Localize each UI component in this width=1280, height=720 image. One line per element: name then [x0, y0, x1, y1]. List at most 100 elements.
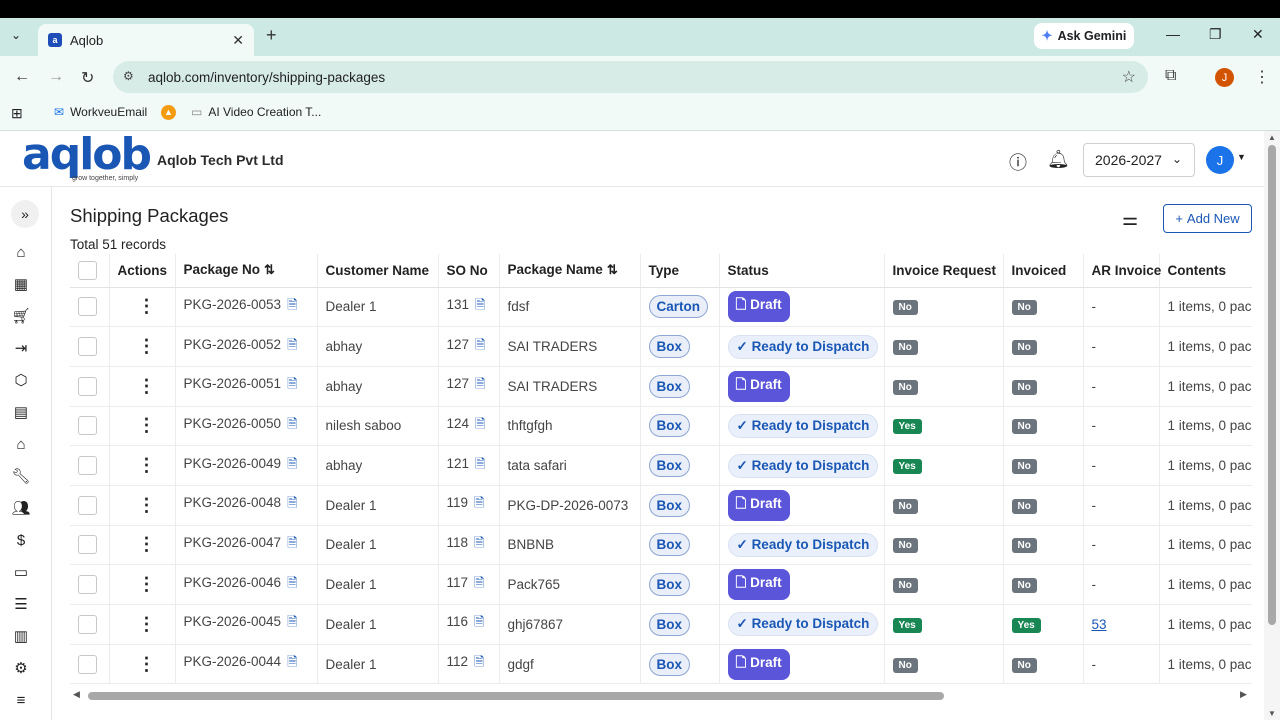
user-avatar[interactable]: J: [1206, 146, 1234, 174]
row-checkbox[interactable]: [78, 495, 97, 515]
extensions-icon[interactable]: ⧉: [1165, 67, 1176, 85]
package-no[interactable]: PKG-2026-0048: [184, 495, 282, 510]
select-all-checkbox[interactable]: [78, 260, 97, 280]
table-row[interactable]: ⋮ PKG-2026-0050 🗎 nilesh saboo 124 🗎 thftgfgh B…: [70, 406, 1252, 447]
document-icon[interactable]: 🗎: [287, 337, 297, 352]
row-actions-kebab-icon[interactable]: ⋮: [138, 495, 156, 515]
row-checkbox[interactable]: [78, 575, 97, 595]
row-checkbox[interactable]: [78, 297, 97, 317]
bank-icon[interactable]: ⌂: [10, 433, 32, 455]
table-row[interactable]: ⋮ PKG-2026-0044 🗎 Dealer 1 112 🗎 gdgf Box 🗋 Draf…: [70, 644, 1252, 685]
document-icon[interactable]: 🗎: [474, 535, 484, 550]
dollar-icon[interactable]: $: [10, 529, 32, 551]
browser-menu-icon[interactable]: ⋮: [1254, 67, 1270, 87]
chart-icon[interactable]: ▥: [10, 625, 32, 647]
row-actions-kebab-icon[interactable]: ⋮: [138, 415, 156, 435]
new-tab-icon[interactable]: +: [266, 25, 277, 46]
row-actions-kebab-icon[interactable]: ⋮: [138, 574, 156, 594]
users-icon[interactable]: 👥︎: [10, 497, 32, 519]
box-icon[interactable]: ⬡: [10, 369, 32, 391]
col-package-name[interactable]: Package Name ⇅: [499, 254, 641, 288]
document-icon[interactable]: 🗎: [474, 654, 484, 669]
row-checkbox[interactable]: [78, 456, 97, 476]
row-actions-kebab-icon[interactable]: ⋮: [138, 376, 156, 396]
table-row[interactable]: ⋮ PKG-2026-0047 🗎 Dealer 1 118 🗎 BNBNB Box ✓ Rea…: [70, 525, 1252, 566]
document-icon[interactable]: 🗎: [287, 575, 297, 590]
back-icon[interactable]: ←: [14, 68, 30, 86]
bookmark-star-icon[interactable]: ☆: [1122, 67, 1136, 87]
cart-icon[interactable]: 🛒︎: [10, 305, 32, 327]
login-icon[interactable]: ⇥: [10, 337, 32, 359]
minimize-icon[interactable]: —: [1166, 26, 1180, 42]
document-icon[interactable]: 🗎: [475, 337, 485, 352]
vertical-scrollbar[interactable]: ▲ ▼: [1264, 131, 1280, 720]
row-actions-kebab-icon[interactable]: ⋮: [138, 614, 156, 634]
restore-icon[interactable]: ❐: [1209, 26, 1222, 43]
document-icon[interactable]: 🗎: [287, 495, 297, 510]
table-row[interactable]: ⋮ PKG-2026-0048 🗎 Dealer 1 119 🗎 PKG-DP-2026-0…: [70, 485, 1252, 526]
apps-grid-icon[interactable]: ⊞: [11, 105, 23, 122]
row-checkbox[interactable]: [78, 535, 97, 555]
package-no[interactable]: PKG-2026-0046: [184, 575, 282, 590]
scroll-up-icon[interactable]: ▲: [1268, 133, 1276, 142]
vertical-scrollbar-thumb[interactable]: [1268, 145, 1276, 625]
sidebar-expand-button[interactable]: »: [11, 200, 39, 228]
row-checkbox[interactable]: [78, 614, 97, 634]
row-checkbox[interactable]: [78, 376, 97, 396]
add-new-button[interactable]: + Add New: [1163, 204, 1252, 233]
document-icon[interactable]: 🗎: [475, 456, 485, 471]
site-info-icon[interactable]: ⚙: [123, 69, 134, 83]
so-no[interactable]: 127: [447, 376, 470, 391]
url-field[interactable]: ⚙ aqlob.com/inventory/shipping-packages …: [113, 61, 1148, 93]
document-icon[interactable]: 🗎: [287, 456, 297, 471]
document-icon[interactable]: 🗎: [474, 614, 484, 629]
row-actions-kebab-icon[interactable]: ⋮: [138, 654, 156, 674]
building-icon[interactable]: ▤: [10, 401, 32, 423]
row-checkbox[interactable]: [78, 416, 97, 436]
calendar-icon[interactable]: ▦: [10, 273, 32, 295]
tab-close-icon[interactable]: ✕: [232, 32, 244, 49]
horizontal-scrollbar[interactable]: ◀ ▶: [70, 689, 1252, 703]
financial-year-select[interactable]: 2026-2027 ⌄: [1083, 143, 1195, 177]
ar-invoice-link[interactable]: 53: [1092, 617, 1107, 632]
wrench-icon[interactable]: 🔧︎: [10, 465, 32, 487]
document-icon[interactable]: 🗎: [475, 297, 485, 312]
help-icon[interactable]: ⓘ: [1009, 149, 1027, 175]
document-icon[interactable]: 🗎: [287, 416, 297, 431]
table-row[interactable]: ⋮ PKG-2026-0052 🗎 abhay 127 🗎 SAI TRADERS Box ✓ …: [70, 326, 1252, 367]
package-no[interactable]: PKG-2026-0051: [184, 376, 282, 391]
reload-icon[interactable]: ↻: [81, 68, 94, 88]
scroll-right-icon[interactable]: ▶: [1240, 689, 1247, 700]
so-no[interactable]: 119: [447, 495, 469, 510]
document-icon[interactable]: 🗎: [474, 575, 484, 590]
bookmark-ai-video[interactable]: ▭ AI Video Creation T...: [191, 105, 321, 119]
so-no[interactable]: 118: [447, 535, 469, 550]
so-no[interactable]: 112: [447, 654, 469, 669]
document-icon[interactable]: 🗎: [474, 495, 484, 510]
col-package-no[interactable]: Package No ⇅: [175, 254, 318, 288]
so-no[interactable]: 117: [447, 575, 469, 590]
scrollbar-thumb[interactable]: [88, 692, 944, 700]
row-actions-kebab-icon[interactable]: ⋮: [138, 455, 156, 475]
browser-tab[interactable]: a Aqlob ✕: [38, 24, 254, 56]
browser-profile-avatar[interactable]: J: [1215, 68, 1234, 87]
bookmark-workveuemail[interactable]: ✉ WorkveuEmail: [54, 105, 147, 119]
aqlob-logo[interactable]: aqlob grow together, simply: [22, 133, 152, 183]
so-no[interactable]: 124: [447, 416, 470, 431]
row-actions-kebab-icon[interactable]: ⋮: [138, 296, 156, 316]
bookmark-logo[interactable]: ▲: [161, 105, 176, 120]
so-no[interactable]: 121: [447, 456, 470, 471]
package-no[interactable]: PKG-2026-0053: [184, 297, 282, 312]
row-checkbox[interactable]: [78, 654, 97, 674]
table-row[interactable]: ⋮ PKG-2026-0051 🗎 abhay 127 🗎 SAI TRADERS Box 🗋 …: [70, 366, 1252, 407]
table-row[interactable]: ⋮ PKG-2026-0053 🗎 Dealer 1 131 🗎 fdsf Carton 🗋 D…: [70, 287, 1252, 328]
row-actions-kebab-icon[interactable]: ⋮: [138, 336, 156, 356]
document-icon[interactable]: 🗎: [287, 297, 297, 312]
sort-icon[interactable]: ⇅: [607, 262, 618, 277]
document-icon[interactable]: 🗎: [287, 654, 297, 669]
wallet-icon[interactable]: ▭: [10, 561, 32, 583]
so-no[interactable]: 116: [447, 614, 469, 629]
forward-icon[interactable]: →: [48, 68, 64, 86]
table-row[interactable]: ⋮ PKG-2026-0049 🗎 abhay 121 🗎 tata safari Box ✓ …: [70, 445, 1252, 486]
window-close-icon[interactable]: ✕: [1252, 26, 1264, 43]
